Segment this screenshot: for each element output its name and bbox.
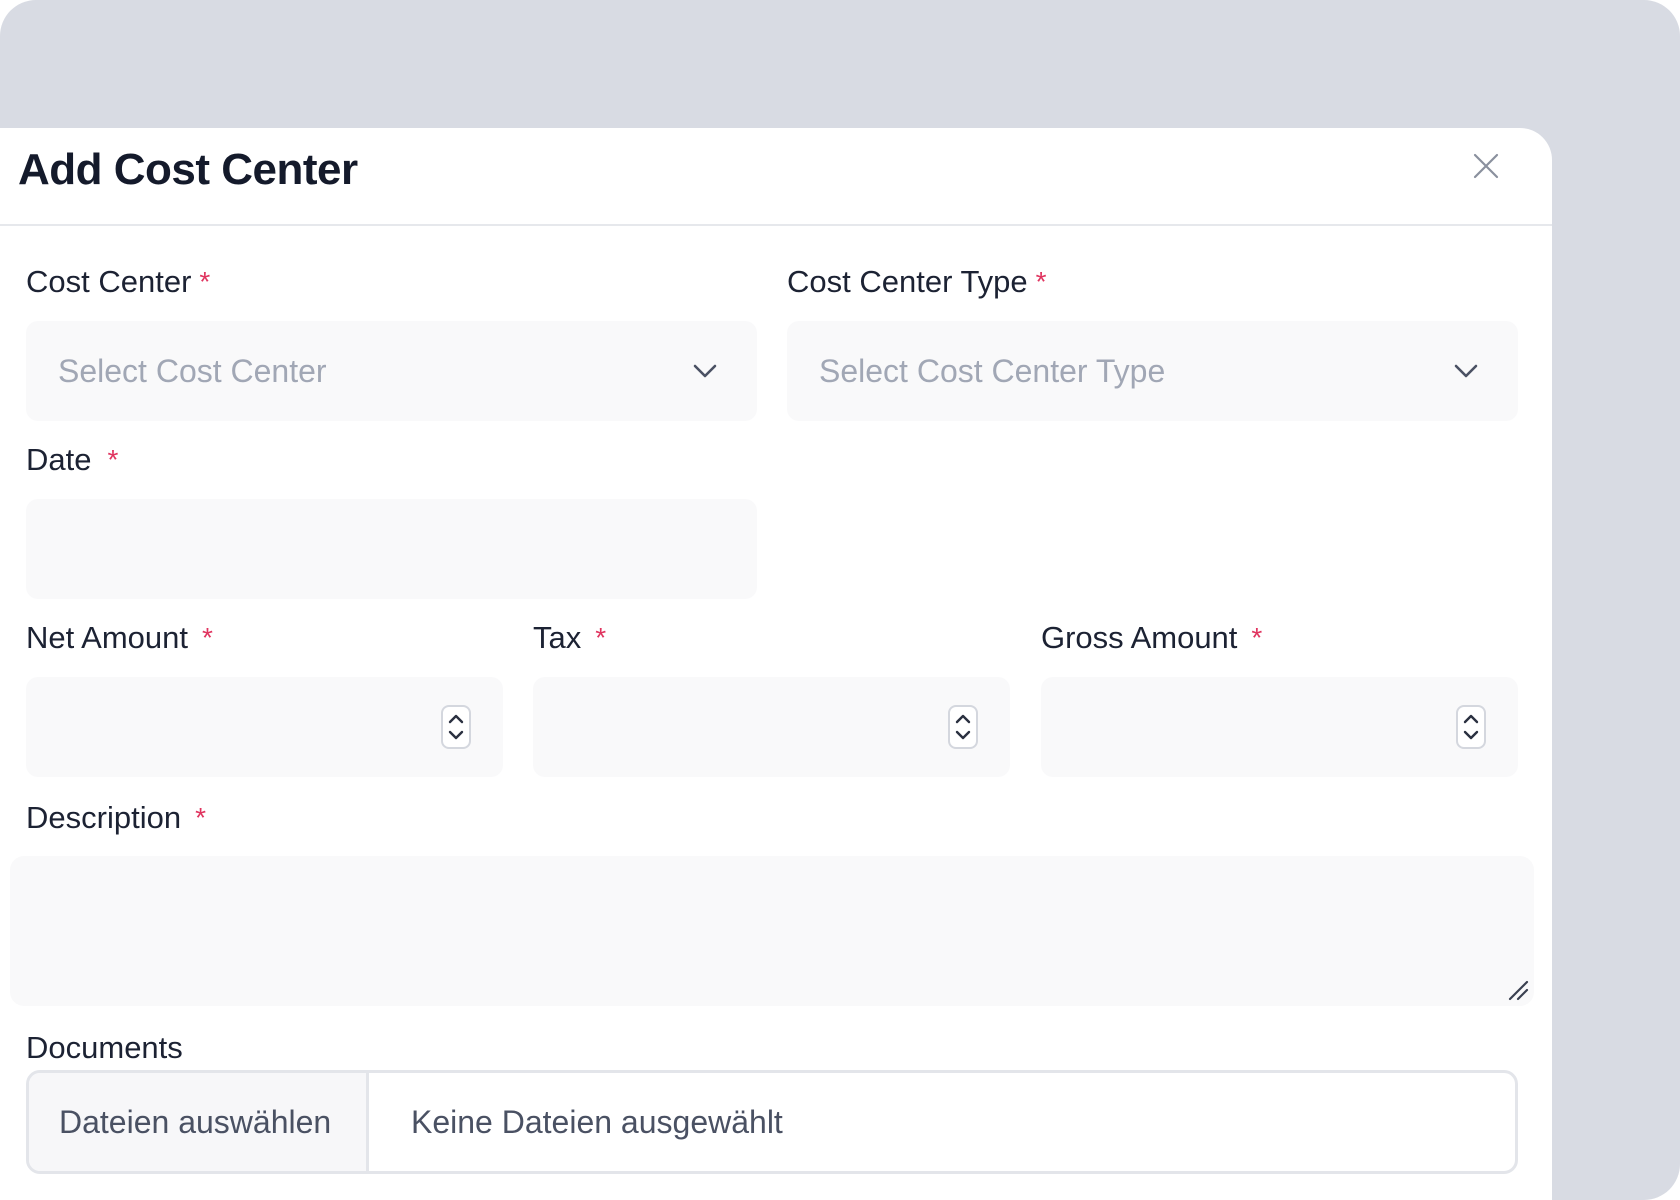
description-label: Description * [26,798,206,838]
net-amount-label: Net Amount * [26,618,213,658]
gross-amount-label: Gross Amount * [1041,618,1262,658]
cost-center-label-text: Cost Center [26,264,192,299]
description-textarea[interactable] [10,856,1534,1006]
cost-center-type-placeholder: Select Cost Center Type [819,353,1166,389]
date-label-text: Date [26,442,92,477]
documents-label-text: Documents [26,1030,183,1065]
net-amount-input[interactable] [26,677,503,777]
required-mark: * [199,266,211,297]
stepper-arrows-icon [1463,714,1479,740]
documents-label: Documents [26,1028,183,1068]
gross-amount-label-text: Gross Amount [1041,620,1238,655]
gross-amount-input[interactable] [1041,677,1518,777]
file-status-text: Keine Dateien ausgewählt [411,1104,783,1140]
choose-files-button[interactable]: Dateien auswählen [29,1073,369,1171]
resize-handle-icon[interactable] [1506,978,1530,1002]
tax-label-text: Tax [533,620,582,655]
close-button[interactable] [1470,150,1502,182]
cost-center-label: Cost Center * [26,262,210,302]
required-mark: * [595,622,607,653]
description-label-text: Description [26,800,182,835]
cost-center-type-label-text: Cost Center Type [787,264,1028,299]
documents-file-input[interactable]: Dateien auswählen Keine Dateien ausgewäh… [26,1070,1518,1174]
tax-input[interactable] [533,677,1010,777]
net-amount-stepper[interactable] [441,705,471,749]
modal-header: Add Cost Center [0,128,1552,226]
add-cost-center-modal: Add Cost Center Cost Center * Select Cost… [0,128,1552,1200]
required-mark: * [1251,622,1263,653]
stepper-arrows-icon [448,714,464,740]
required-mark: * [1035,266,1047,297]
close-icon [1473,153,1499,179]
tax-label: Tax * [533,618,606,658]
cost-center-placeholder: Select Cost Center [58,353,327,389]
required-mark: * [107,444,119,475]
cost-center-select[interactable]: Select Cost Center [26,321,757,421]
cost-center-type-label: Cost Center Type * [787,262,1047,302]
required-mark: * [195,802,206,833]
required-mark: * [201,622,213,653]
gross-amount-stepper[interactable] [1456,705,1486,749]
chevron-down-icon [1454,364,1478,378]
date-label: Date * [26,440,118,480]
tax-stepper[interactable] [948,705,978,749]
date-input[interactable] [26,499,757,599]
net-amount-label-text: Net Amount [26,620,188,655]
cost-center-type-select[interactable]: Select Cost Center Type [787,321,1518,421]
modal-title: Add Cost Center [18,145,358,194]
stepper-arrows-icon [955,714,971,740]
chevron-down-icon [693,364,717,378]
